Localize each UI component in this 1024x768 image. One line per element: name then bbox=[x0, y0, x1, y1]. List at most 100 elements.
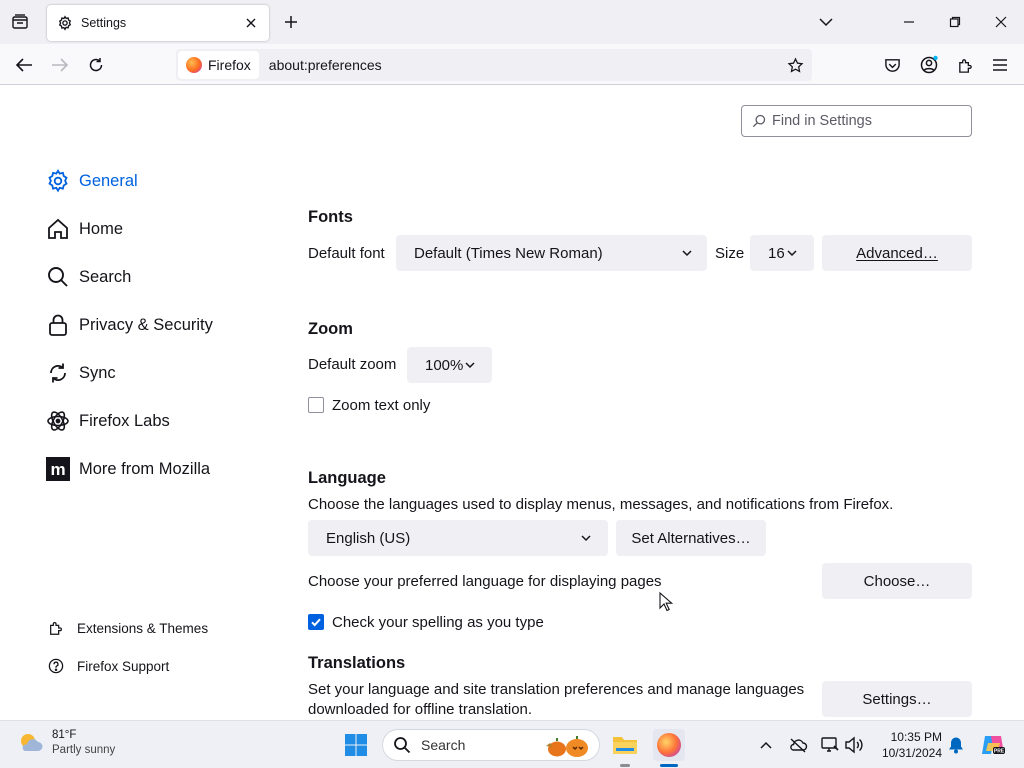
app-active-indicator bbox=[660, 764, 678, 767]
category-home[interactable]: Home bbox=[45, 211, 123, 247]
page-language-text: Choose your preferred language for displ… bbox=[308, 573, 662, 590]
search-icon bbox=[394, 737, 411, 754]
partly-sunny-icon bbox=[18, 730, 44, 756]
app-menu-button[interactable] bbox=[987, 52, 1013, 78]
address-bar[interactable]: Firefox about:preferences bbox=[176, 49, 812, 81]
onedrive-button[interactable] bbox=[786, 733, 810, 757]
taskbar-search[interactable]: Search bbox=[382, 729, 600, 761]
folder-icon bbox=[613, 737, 637, 754]
zoom-text-only-label: Zoom text only bbox=[332, 396, 431, 414]
checkbox-box[interactable] bbox=[308, 397, 324, 413]
translations-settings-button[interactable]: Settings… bbox=[822, 681, 972, 717]
extensions-themes-label: Extensions & Themes bbox=[77, 620, 209, 636]
close-icon bbox=[246, 18, 256, 28]
extensions-button[interactable] bbox=[952, 52, 978, 78]
show-hidden-icons-button[interactable] bbox=[754, 733, 778, 757]
close-tab-button[interactable] bbox=[239, 11, 263, 35]
start-button[interactable] bbox=[340, 729, 372, 761]
find-in-settings[interactable] bbox=[741, 105, 972, 137]
firefox-logo-icon bbox=[186, 57, 202, 73]
tab-settings[interactable]: Settings bbox=[47, 5, 269, 41]
category-label: Firefox Labs bbox=[79, 411, 170, 430]
translations-settings-label: Settings… bbox=[862, 690, 932, 708]
network-button[interactable] bbox=[818, 733, 842, 757]
firefox-taskbar-button[interactable] bbox=[653, 729, 685, 761]
pocket-button[interactable] bbox=[879, 52, 905, 78]
speaker-icon bbox=[845, 736, 863, 754]
minimize-button[interactable] bbox=[897, 10, 921, 34]
windows-logo-icon bbox=[345, 734, 367, 756]
pocket-icon bbox=[884, 58, 900, 72]
category-label: Sync bbox=[79, 363, 116, 382]
copilot-button[interactable]: PRE bbox=[979, 733, 1007, 757]
bell-icon bbox=[949, 737, 963, 754]
home-icon bbox=[45, 216, 71, 242]
notifications-button[interactable] bbox=[944, 733, 968, 757]
chevron-down-icon bbox=[819, 18, 833, 27]
url-text[interactable]: about:preferences bbox=[269, 57, 782, 73]
category-privacy[interactable]: Privacy & Security bbox=[45, 307, 213, 343]
firefox-logo-icon bbox=[657, 733, 681, 757]
account-button[interactable] bbox=[916, 52, 942, 78]
extensions-themes-link[interactable]: Extensions & Themes bbox=[47, 616, 208, 640]
help-icon bbox=[47, 657, 65, 675]
reload-button[interactable] bbox=[83, 52, 109, 78]
category-general[interactable]: General bbox=[45, 163, 138, 199]
language-select[interactable]: English (US) bbox=[308, 520, 608, 556]
set-alternatives-button[interactable]: Set Alternatives… bbox=[616, 520, 766, 556]
category-sync[interactable]: Sync bbox=[45, 355, 116, 391]
minimize-icon bbox=[904, 21, 914, 23]
advanced-fonts-button[interactable]: Advanced… bbox=[822, 235, 972, 271]
find-in-settings-input[interactable] bbox=[772, 113, 962, 129]
firefox-support-link[interactable]: Firefox Support bbox=[47, 654, 169, 678]
zoom-heading: Zoom bbox=[308, 320, 353, 338]
spellcheck-checkbox[interactable]: Check your spelling as you type bbox=[308, 611, 544, 633]
back-button[interactable] bbox=[11, 52, 37, 78]
chevron-down-icon bbox=[465, 362, 475, 369]
font-size-label: Size bbox=[715, 245, 745, 262]
search-icon bbox=[45, 264, 71, 290]
list-all-tabs-button[interactable] bbox=[814, 10, 838, 34]
tab-title: Settings bbox=[81, 16, 127, 30]
bookmark-star-button[interactable] bbox=[782, 52, 808, 78]
system-clock[interactable]: 10:35 PM 10/31/2024 bbox=[874, 729, 942, 761]
volume-button[interactable] bbox=[842, 733, 866, 757]
identity-label: Firefox bbox=[208, 57, 251, 73]
weather-widget[interactable]: 81°F Partly sunny bbox=[18, 728, 115, 758]
app-running-indicator bbox=[620, 764, 630, 767]
default-font-label: Default font bbox=[308, 245, 385, 262]
default-zoom-select[interactable]: 100% bbox=[407, 347, 492, 383]
chevron-down-icon bbox=[682, 250, 692, 257]
arrow-right-icon bbox=[52, 58, 69, 72]
category-label: Privacy & Security bbox=[79, 315, 213, 334]
new-tab-button[interactable] bbox=[280, 11, 302, 33]
hamburger-menu-icon bbox=[993, 59, 1007, 71]
copilot-icon: PRE bbox=[982, 736, 1005, 755]
category-firefox-labs[interactable]: Firefox Labs bbox=[45, 403, 170, 439]
forward-button[interactable] bbox=[47, 52, 73, 78]
tab-strip: Settings bbox=[0, 0, 1024, 44]
font-size-select[interactable]: 16 bbox=[750, 235, 814, 271]
identity-box[interactable]: Firefox bbox=[178, 51, 259, 79]
default-zoom-value: 100% bbox=[425, 356, 464, 374]
category-label: General bbox=[79, 171, 138, 190]
zoom-text-only-checkbox[interactable]: Zoom text only bbox=[308, 394, 430, 416]
translations-heading: Translations bbox=[308, 654, 406, 672]
puzzle-icon bbox=[958, 58, 972, 73]
taskbar-search-label: Search bbox=[421, 737, 466, 753]
close-window-button[interactable] bbox=[989, 10, 1013, 34]
taskbar: 81°F Partly sunny Search 10:35 PM 10/31/… bbox=[0, 720, 1024, 768]
category-label: Home bbox=[79, 219, 124, 238]
category-search[interactable]: Search bbox=[45, 259, 131, 295]
translations-description-line2: downloaded for offline translation. bbox=[308, 701, 533, 718]
close-icon bbox=[995, 16, 1007, 28]
firefox-view-button[interactable] bbox=[8, 10, 32, 34]
file-explorer-button[interactable] bbox=[609, 729, 641, 761]
language-value: English (US) bbox=[326, 529, 411, 547]
category-more-from-mozilla[interactable]: m More from Mozilla bbox=[45, 451, 210, 487]
choose-language-button[interactable]: Choose… bbox=[822, 563, 972, 599]
checkbox-box[interactable] bbox=[308, 614, 324, 630]
restore-button[interactable] bbox=[943, 10, 967, 34]
sync-icon bbox=[45, 360, 71, 386]
default-font-select[interactable]: Default (Times New Roman) bbox=[396, 235, 707, 271]
